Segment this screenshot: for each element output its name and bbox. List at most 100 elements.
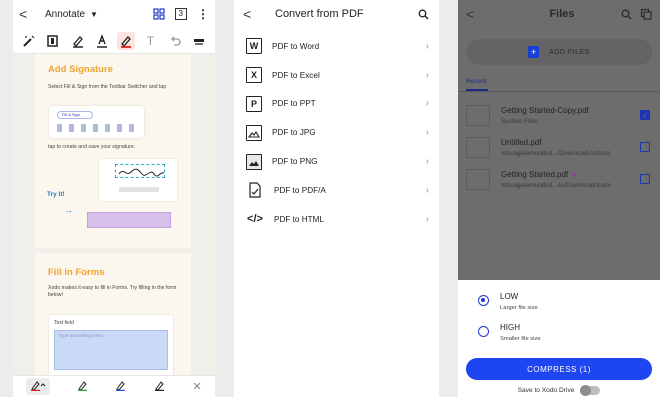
file-name: Getting Started.pdf ♥	[501, 170, 576, 179]
convert-to-pdfa-item[interactable]: PDF to PDF/A ›	[234, 176, 439, 205]
menu-item-label: PDF to Word	[272, 41, 320, 51]
compression-option-low[interactable]: LOW Larger file size	[478, 292, 538, 311]
add-file-icon: +	[528, 46, 540, 58]
chevron-down-icon[interactable]: ▼	[90, 10, 98, 19]
excel-file-icon: X	[246, 67, 262, 84]
toolbar-switcher-title[interactable]: Annotate	[45, 9, 85, 20]
back-button[interactable]: <	[243, 6, 263, 22]
page-title: Convert from PDF	[275, 8, 364, 20]
files-topbar: Files <	[458, 0, 660, 28]
signature-instructions: Select Fill & Sign from the Toolbar Swit…	[48, 84, 167, 90]
menu-item-label: PDF to HTML	[274, 214, 325, 224]
free-text-icon[interactable]: T	[141, 32, 159, 50]
menu-item-label: PDF to JPG	[272, 128, 316, 138]
file-checkbox[interactable]	[640, 142, 650, 152]
dimmed-overlay[interactable]: Files < + ADD FILES Recent Getting Start…	[458, 0, 660, 280]
convert-to-ppt-item[interactable]: P PDF to PPT ›	[234, 90, 439, 119]
text-field-label: Text field	[54, 320, 74, 326]
forms-heading: Fill in Forms	[48, 267, 105, 278]
pen-preset-4[interactable]	[154, 379, 166, 394]
eraser-icon[interactable]	[190, 32, 208, 50]
convert-to-jpg-item[interactable]: PDF to JPG ›	[234, 118, 439, 147]
back-button[interactable]: <	[466, 6, 486, 22]
arrow-right-icon: →	[65, 206, 73, 215]
text-underline-icon[interactable]	[93, 32, 111, 50]
forms-instructions: Xodo makes it easy to fill in Forms. Try…	[48, 285, 177, 298]
copy-icon[interactable]	[640, 8, 652, 20]
chevron-right-icon: ›	[425, 40, 429, 52]
code-icon: </>	[247, 213, 263, 226]
file-checkbox[interactable]: ✓	[640, 110, 650, 120]
file-path: /storage/emulated...ex/Download/Xodo	[501, 182, 612, 189]
menu-item-label: PDF to Excel	[272, 70, 320, 80]
file-row[interactable]: Untitled.pdf /storage/emulated.../Downlo…	[458, 133, 660, 164]
pen-preset-3[interactable]	[115, 379, 127, 394]
pen-presets-bar: ✕	[13, 375, 215, 397]
save-to-drive-row: Save to Xodo Drive	[458, 385, 660, 396]
add-files-button[interactable]: + ADD FILES	[466, 39, 652, 65]
annotate-topbar: < Annotate ▼ 3 ⋮	[13, 0, 215, 28]
save-to-drive-toggle[interactable]	[580, 385, 601, 396]
files-screen: Files < + ADD FILES Recent Getting Start…	[458, 0, 660, 397]
convert-options-list: W PDF to Word › X PDF to Excel › P PDF t…	[234, 32, 439, 234]
radio-button[interactable]	[478, 326, 489, 337]
toolbar-illustration-icons	[57, 124, 137, 132]
overflow-menu-icon[interactable]: ⋮	[197, 7, 209, 21]
signature-selection-box	[115, 164, 165, 178]
compression-option-high[interactable]: HIGH Smaller file size	[478, 323, 541, 342]
annotate-screen: < Annotate ▼ 3 ⋮ T Add Signature Select …	[13, 0, 215, 397]
file-thumbnail	[466, 105, 490, 126]
menu-item-label: PDF to PNG	[272, 157, 318, 167]
signature-instructions-2: tap to create and save your signature.	[48, 144, 136, 150]
radio-button[interactable]	[478, 295, 489, 306]
chevron-right-icon: ›	[425, 156, 429, 168]
option-title: HIGH	[500, 323, 520, 332]
text-field-input[interactable]: Type something here...	[54, 330, 168, 370]
convert-to-word-item[interactable]: W PDF to Word ›	[234, 32, 439, 61]
convert-to-png-item[interactable]: PDF to PNG ›	[234, 147, 439, 176]
multi-select-pen-icon[interactable]	[20, 32, 38, 50]
save-to-drive-label: Save to Xodo Drive	[517, 387, 575, 394]
compress-bottom-sheet: LOW Larger file size HIGH Smaller file s…	[458, 280, 660, 397]
annotation-toolbar: T	[13, 28, 215, 54]
undo-icon[interactable]	[166, 32, 184, 50]
signature-line	[119, 187, 159, 192]
document-page: Add Signature Select Fill & Sign from th…	[35, 54, 191, 248]
chevron-right-icon: ›	[425, 98, 429, 110]
convert-to-excel-item[interactable]: X PDF to Excel ›	[234, 61, 439, 90]
file-thumbnail	[466, 137, 490, 158]
form-card: Text field Type something here...	[49, 315, 173, 377]
option-subtitle: Larger file size	[500, 305, 538, 311]
file-row[interactable]: Getting Started-Copy.pdf System Files ✓	[458, 101, 660, 132]
pen-preset-2[interactable]	[77, 379, 89, 394]
menu-item-label: PDF to PPT	[272, 99, 316, 109]
search-icon[interactable]	[418, 9, 429, 20]
pen-icon[interactable]	[117, 31, 136, 50]
outline-icon[interactable]	[44, 32, 62, 50]
file-row[interactable]: Getting Started.pdf ♥ /storage/emulated..…	[458, 165, 660, 196]
signature-field[interactable]	[87, 212, 171, 228]
tab-recent[interactable]: Recent	[466, 78, 487, 85]
pdfa-file-icon	[246, 182, 264, 198]
page-counter[interactable]: 3	[174, 8, 187, 20]
highlighter-icon[interactable]	[69, 32, 87, 50]
pen-preset-1[interactable]	[26, 378, 51, 395]
ppt-file-icon: P	[246, 95, 262, 112]
fill-sign-chip: Fill & Sign	[57, 111, 93, 119]
grid-view-icon[interactable]	[152, 8, 165, 20]
favorite-heart-icon: ♥	[572, 172, 577, 179]
back-button[interactable]: <	[19, 6, 39, 22]
file-name: Untitled.pdf	[501, 138, 542, 147]
convert-to-html-item[interactable]: </> PDF to HTML ›	[234, 205, 439, 234]
add-files-label: ADD FILES	[549, 48, 590, 56]
option-title: LOW	[500, 292, 519, 301]
chevron-right-icon: ›	[425, 127, 429, 139]
try-it-label: Try It!	[47, 191, 65, 198]
document-view[interactable]: Add Signature Select Fill & Sign from th…	[13, 54, 215, 377]
chevron-right-icon: ›	[425, 213, 429, 225]
compress-button[interactable]: COMPRESS (1)	[466, 358, 652, 380]
close-icon[interactable]: ✕	[192, 380, 201, 393]
search-icon[interactable]	[621, 9, 632, 20]
option-subtitle: Smaller file size	[500, 336, 541, 342]
file-checkbox[interactable]	[640, 174, 650, 184]
